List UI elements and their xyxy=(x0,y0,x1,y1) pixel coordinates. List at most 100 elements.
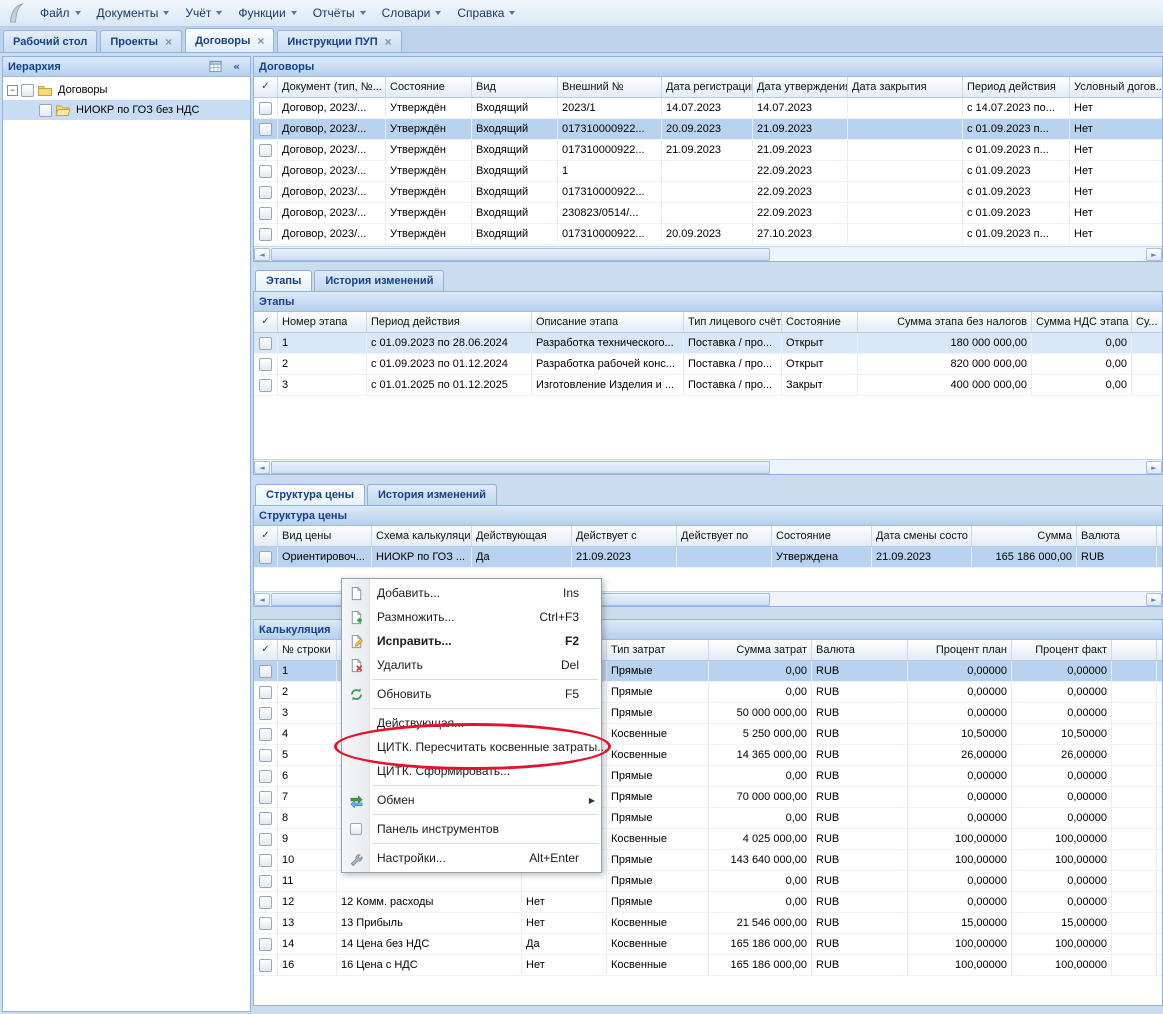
column-header[interactable]: Сумма НДС этапа xyxy=(1032,312,1132,332)
column-header[interactable]: Действует с xyxy=(572,526,677,546)
row-checkbox[interactable] xyxy=(259,896,272,909)
row-checkbox[interactable] xyxy=(259,707,272,720)
column-header[interactable]: Период действия xyxy=(963,77,1070,97)
row-checkbox[interactable] xyxy=(259,102,272,115)
scroll-thumb[interactable] xyxy=(271,248,770,261)
tab-projects[interactable]: Проекты× xyxy=(100,30,182,52)
column-header[interactable]: Валюта xyxy=(1077,526,1157,546)
column-header[interactable]: Состояние xyxy=(782,312,858,332)
horizontal-scrollbar[interactable]: ◄ ► xyxy=(254,459,1162,474)
row-checkbox[interactable] xyxy=(259,551,272,564)
column-header[interactable]: Тип лицевого счёт xyxy=(684,312,782,332)
column-header[interactable]: Дата регистрации xyxy=(662,77,753,97)
menubar-item-accounting[interactable]: Учёт xyxy=(177,3,230,23)
context-menu-item-duplicate[interactable]: Размножить...Ctrl+F3 xyxy=(342,605,601,629)
scroll-right-icon[interactable]: ► xyxy=(1146,593,1162,606)
tree-expander-icon[interactable]: − xyxy=(7,85,18,96)
row-checkbox[interactable] xyxy=(259,665,272,678)
column-header[interactable]: Вид xyxy=(472,77,558,97)
table-row[interactable]: Договор, 2023/...УтверждёнВходящий230823… xyxy=(254,203,1162,224)
column-header[interactable]: Дата закрытия xyxy=(848,77,963,97)
column-header[interactable]: Условный догов... xyxy=(1070,77,1162,97)
context-menu-item-current[interactable]: Действующая... xyxy=(342,711,601,735)
table-row[interactable]: Договор, 2023/...УтверждёнВходящий2023/1… xyxy=(254,98,1162,119)
menubar-item-dictionaries[interactable]: Словари xyxy=(374,3,450,23)
table-row[interactable]: Договор, 2023/...УтверждёнВходящий017310… xyxy=(254,224,1162,245)
scroll-left-icon[interactable]: ◄ xyxy=(254,248,270,261)
hierarchy-grid-icon[interactable] xyxy=(207,59,224,75)
column-header[interactable]: Дата смены состо xyxy=(872,526,972,546)
column-header[interactable] xyxy=(1112,640,1157,660)
column-header[interactable]: Документ (тип, №... xyxy=(278,77,386,97)
menubar-item-help[interactable]: Справка xyxy=(449,3,523,23)
column-header[interactable]: Состояние xyxy=(386,77,472,97)
table-row[interactable]: 1414 Цена без НДСДаКосвенные165 186 000,… xyxy=(254,934,1162,955)
column-header[interactable]: Сумма xyxy=(972,526,1077,546)
close-tab-icon[interactable]: × xyxy=(385,36,392,48)
column-header[interactable]: Процент факт xyxy=(1012,640,1112,660)
row-checkbox[interactable] xyxy=(259,686,272,699)
tree-item-niokr-goz[interactable]: НИОКР по ГОЗ без НДС xyxy=(3,100,250,120)
row-checkbox[interactable] xyxy=(259,228,272,241)
row-checkbox[interactable] xyxy=(259,749,272,762)
row-checkbox[interactable] xyxy=(259,812,272,825)
tab-stages-history[interactable]: История изменений xyxy=(314,270,444,291)
row-checkbox[interactable] xyxy=(259,144,272,157)
column-header[interactable]: Вид цены xyxy=(278,526,372,546)
column-header[interactable]: Сумма затрат xyxy=(709,640,812,660)
context-menu-item-add[interactable]: Добавить...Ins xyxy=(342,581,601,605)
table-row[interactable]: 1616 Цена с НДСНетКосвенные165 186 000,0… xyxy=(254,955,1162,976)
tree-checkbox[interactable] xyxy=(21,84,34,97)
row-checkbox[interactable] xyxy=(259,875,272,888)
close-tab-icon[interactable]: × xyxy=(257,35,264,47)
column-header[interactable]: Период действия xyxy=(367,312,532,332)
column-header[interactable]: Схема калькуляци xyxy=(372,526,472,546)
table-row[interactable]: 3с 01.01.2025 по 01.12.2025Изготовление … xyxy=(254,375,1162,396)
context-menu-item-citk-recalc-indirect[interactable]: ЦИТК. Пересчитать косвенные затраты... xyxy=(342,735,601,759)
column-header[interactable]: Дата утверждения xyxy=(753,77,848,97)
scroll-left-icon[interactable]: ◄ xyxy=(254,593,270,606)
column-header[interactable]: Сумма этапа без налогов xyxy=(858,312,1032,332)
menubar-item-reports[interactable]: Отчёты xyxy=(305,3,374,23)
column-header[interactable]: Действует по xyxy=(677,526,772,546)
horizontal-scrollbar[interactable]: ◄ ► xyxy=(254,246,1162,261)
column-header[interactable]: Действующая xyxy=(472,526,572,546)
menubar-item-file[interactable]: Файл xyxy=(32,3,89,23)
tab-contracts[interactable]: Договоры× xyxy=(185,28,274,52)
tree-item-contracts-root[interactable]: −Договоры xyxy=(3,80,250,100)
select-all-header[interactable]: ✓ xyxy=(254,526,278,546)
scroll-right-icon[interactable]: ► xyxy=(1146,461,1162,474)
table-row[interactable]: 1с 01.09.2023 по 28.06.2024Разработка те… xyxy=(254,333,1162,354)
table-row[interactable]: 2с 01.09.2023 по 01.12.2024Разработка ра… xyxy=(254,354,1162,375)
row-checkbox[interactable] xyxy=(259,833,272,846)
row-checkbox[interactable] xyxy=(259,854,272,867)
close-tab-icon[interactable]: × xyxy=(165,36,172,48)
context-menu-item-edit[interactable]: Исправить...F2 xyxy=(342,629,601,653)
row-checkbox[interactable] xyxy=(259,728,272,741)
column-header[interactable]: Внешний № xyxy=(558,77,662,97)
column-header[interactable]: Тип затрат xyxy=(607,640,709,660)
row-checkbox[interactable] xyxy=(259,165,272,178)
table-row[interactable]: Ориентировоч...НИОКР по ГОЗ ...Да21.09.2… xyxy=(254,547,1162,568)
row-checkbox[interactable] xyxy=(259,959,272,972)
column-header[interactable]: Описание этапа xyxy=(532,312,684,332)
tab-price-structure[interactable]: Структура цены xyxy=(255,484,365,505)
select-all-header[interactable]: ✓ xyxy=(254,77,278,97)
table-row[interactable]: 11Прямые0,00RUB0,000000,00000 xyxy=(254,871,1162,892)
tab-desktop[interactable]: Рабочий стол xyxy=(3,30,97,52)
row-checkbox[interactable] xyxy=(259,770,272,783)
table-row[interactable]: 1313 ПрибыльНетКосвенные21 546 000,00RUB… xyxy=(254,913,1162,934)
context-menu-item-settings[interactable]: Настройки...Alt+Enter xyxy=(342,846,601,870)
context-menu-item-delete[interactable]: УдалитьDel xyxy=(342,653,601,677)
scroll-left-icon[interactable]: ◄ xyxy=(254,461,270,474)
row-checkbox[interactable] xyxy=(259,938,272,951)
table-row[interactable]: Договор, 2023/...УтверждёнВходящий017310… xyxy=(254,119,1162,140)
table-row[interactable]: 1212 Комм. расходыНетПрямые0,00RUB0,0000… xyxy=(254,892,1162,913)
row-checkbox[interactable] xyxy=(259,123,272,136)
select-all-header[interactable]: ✓ xyxy=(254,640,278,660)
scroll-thumb[interactable] xyxy=(271,461,770,474)
menubar-item-functions[interactable]: Функции xyxy=(230,3,304,23)
context-menu-item-exchange[interactable]: Обмен▶ xyxy=(342,788,601,812)
row-checkbox[interactable] xyxy=(259,379,272,392)
column-header[interactable]: Валюта xyxy=(812,640,908,660)
